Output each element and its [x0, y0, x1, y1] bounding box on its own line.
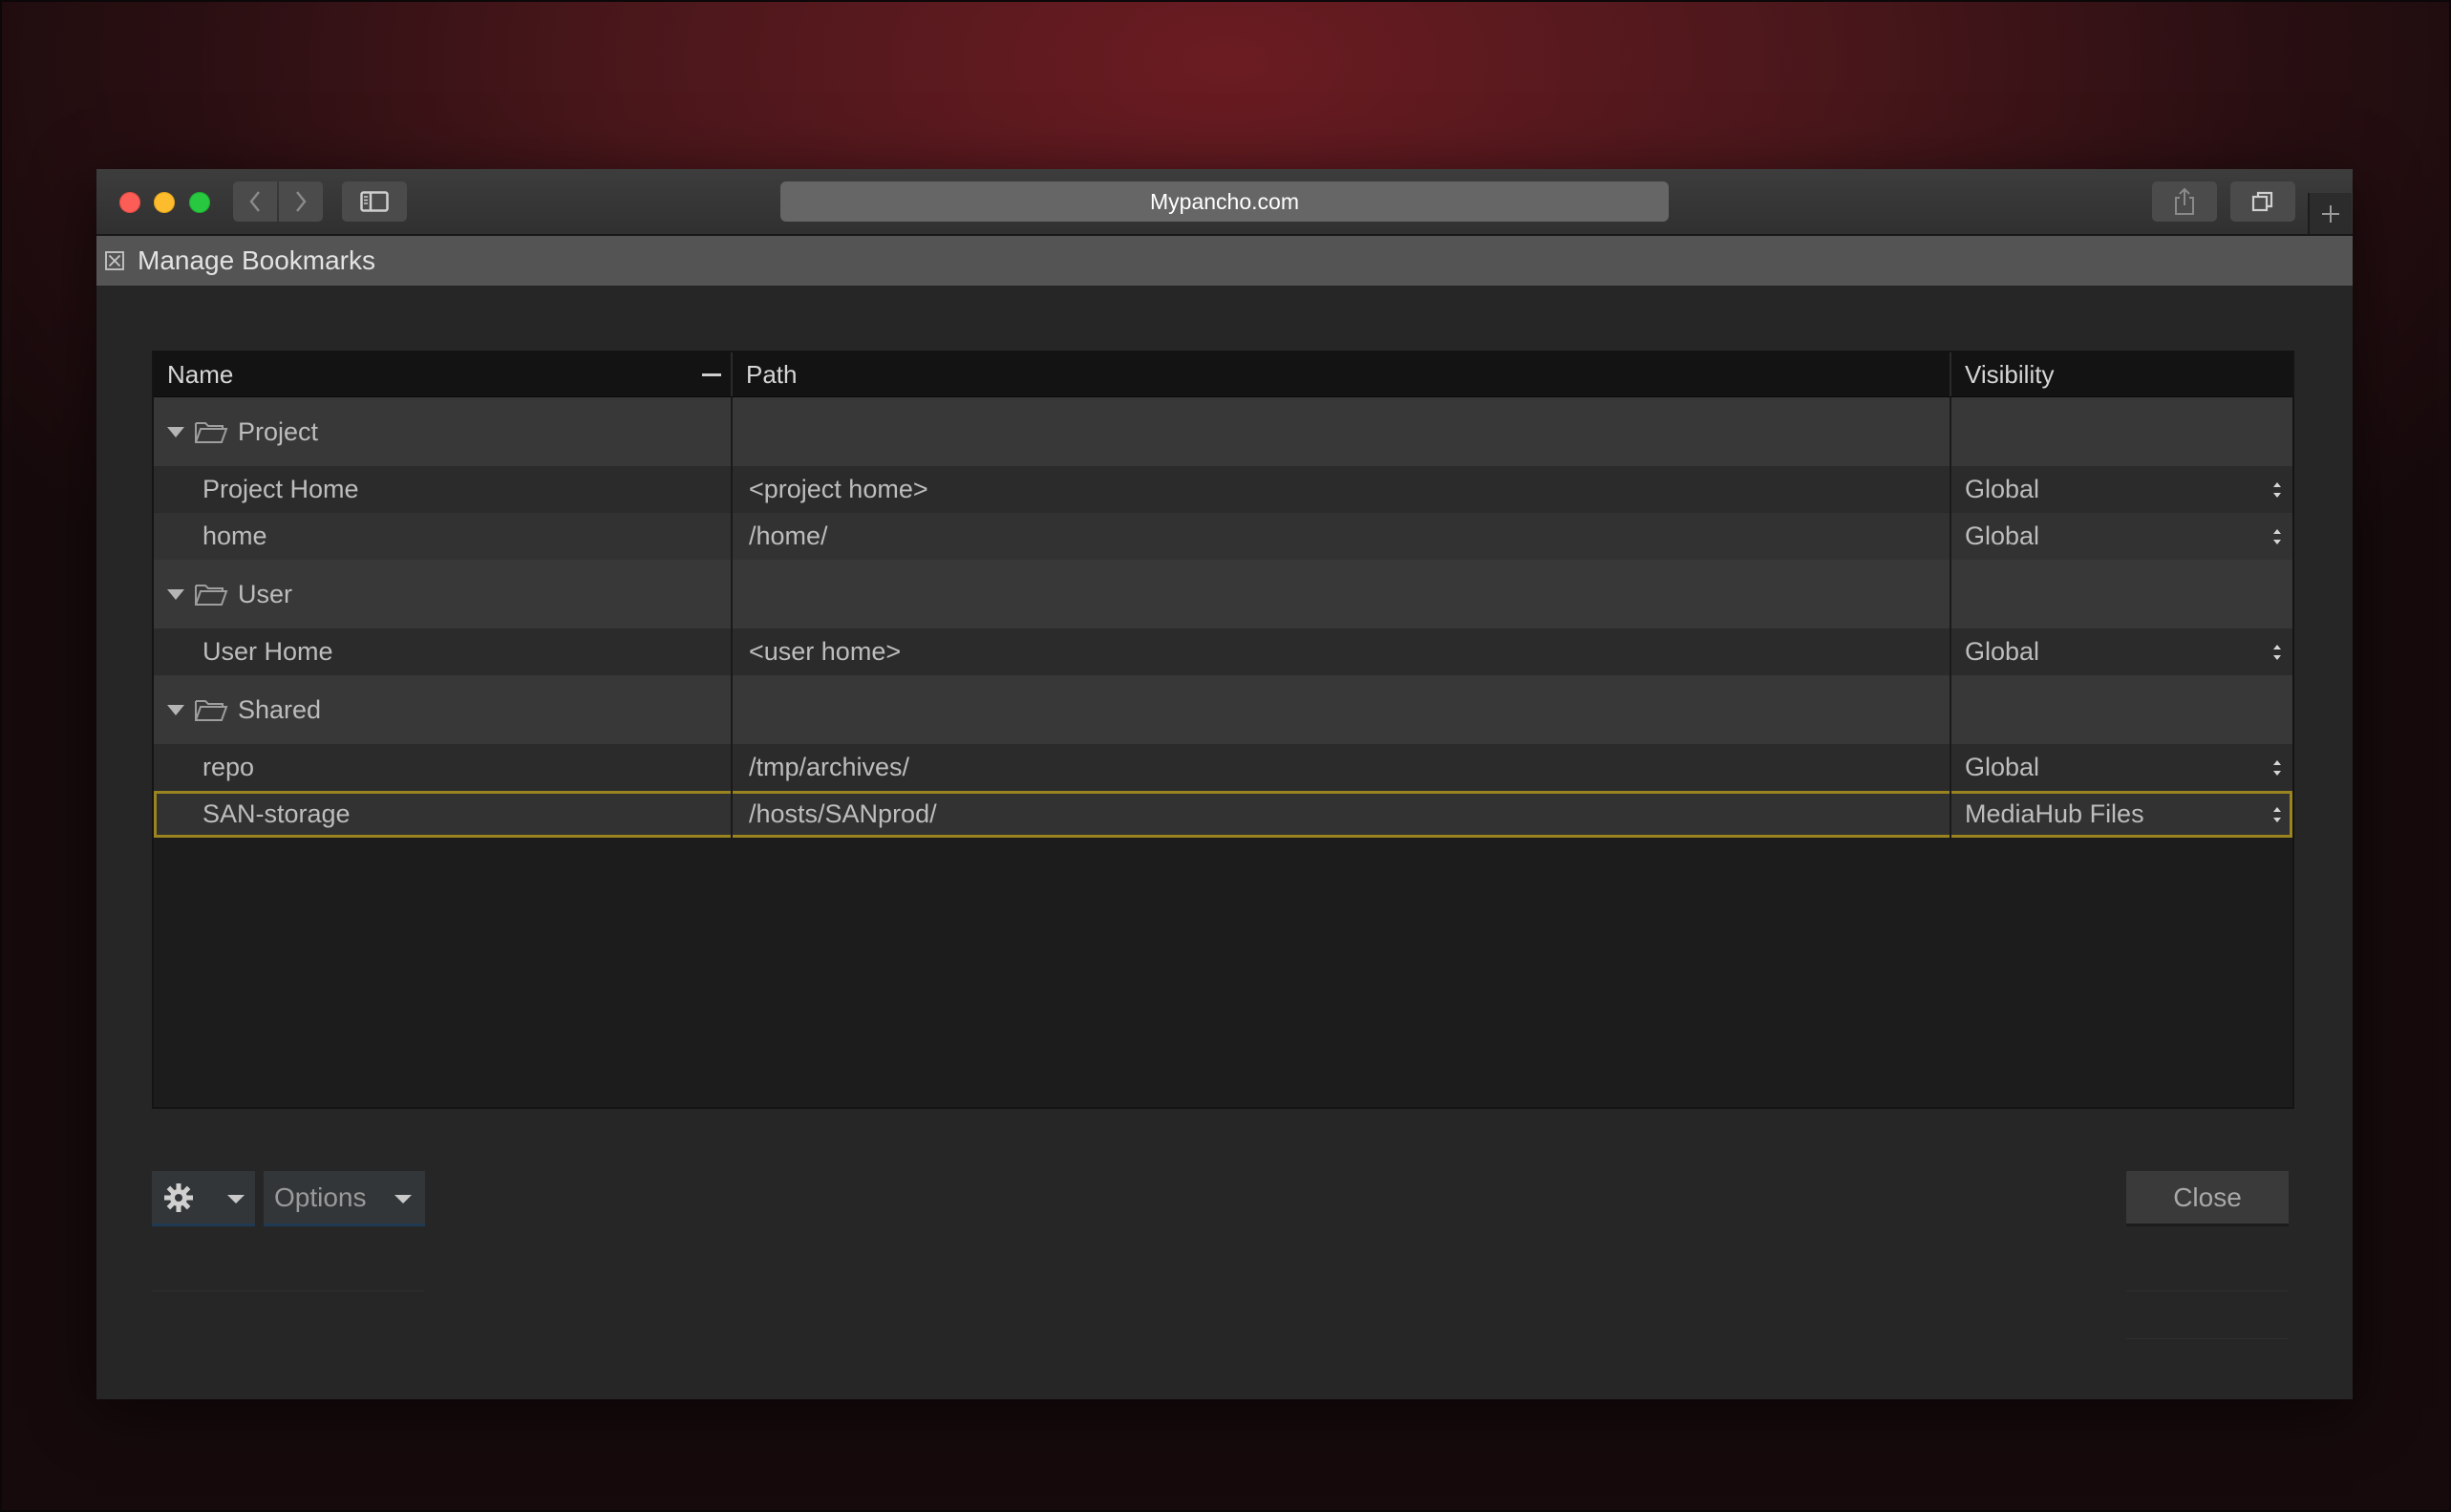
browser-window: Mypancho.com Manage Bookmarks Name Path …: [96, 169, 2353, 1399]
minimize-window-button[interactable]: [154, 192, 175, 213]
new-tab-button[interactable]: [2308, 193, 2352, 234]
browser-titlebar: Mypancho.com: [96, 169, 2353, 236]
divider: [2126, 1290, 2289, 1291]
visibility-select[interactable]: MediaHub Files: [1951, 791, 2292, 838]
column-header-name[interactable]: Name: [154, 352, 733, 396]
tabs-overview-icon: [2251, 191, 2273, 212]
options-dropdown[interactable]: Options: [264, 1171, 425, 1226]
expand-triangle-icon[interactable]: [167, 704, 184, 715]
bookmarks-table: Name Path Visibility Project Project Hom…: [152, 351, 2294, 1109]
sidebar-toggle-button[interactable]: [342, 181, 407, 222]
column-header-path[interactable]: Path: [733, 352, 1951, 396]
bookmark-row-selected[interactable]: SAN-storage /hosts/SANprod/ MediaHub Fil…: [154, 791, 2292, 838]
bookmark-path: /tmp/archives/: [749, 753, 910, 781]
tab-overview-button[interactable]: [2230, 181, 2295, 222]
up-down-arrows-icon: [2271, 479, 2283, 500]
options-label: Options: [274, 1182, 367, 1212]
gear-icon: [162, 1182, 195, 1214]
back-button[interactable]: [233, 181, 277, 222]
bookmark-path: <user home>: [749, 637, 902, 666]
settings-menu-button[interactable]: [152, 1171, 255, 1226]
bookmark-name: User Home: [202, 637, 333, 666]
bookmark-group-project[interactable]: Project: [154, 397, 2292, 466]
visibility-value: Global: [1965, 637, 2040, 666]
folder-icon: [194, 697, 228, 722]
group-label: Project: [238, 416, 319, 446]
close-button-label: Close: [2173, 1182, 2242, 1212]
address-bar[interactable]: Mypancho.com: [780, 181, 1669, 222]
folder-icon: [194, 419, 228, 444]
bookmark-name: SAN-storage: [202, 799, 351, 828]
close-window-button[interactable]: [119, 192, 140, 213]
chevron-down-icon: [227, 1195, 245, 1203]
bookmark-name: Project Home: [202, 475, 359, 503]
group-label: User: [238, 579, 293, 608]
dialog-header: Manage Bookmarks: [96, 236, 2353, 286]
bookmark-row[interactable]: home /home/ Global: [154, 513, 2292, 560]
dialog-close-icon[interactable]: [105, 251, 124, 270]
up-down-arrows-icon: [2271, 642, 2283, 663]
visibility-select[interactable]: Global: [1951, 628, 2292, 675]
close-button[interactable]: Close: [2126, 1171, 2289, 1226]
chevron-down-icon: [394, 1195, 412, 1203]
chevron-left-icon: [249, 191, 260, 212]
group-label: Shared: [238, 694, 322, 724]
forward-button[interactable]: [279, 181, 323, 222]
bookmark-name: repo: [202, 753, 255, 781]
share-button[interactable]: [2152, 181, 2217, 222]
bookmark-group-user[interactable]: User: [154, 560, 2292, 628]
visibility-value: Global: [1965, 753, 2040, 781]
visibility-select[interactable]: Global: [1951, 466, 2292, 513]
collapse-all-icon[interactable]: [702, 373, 721, 376]
dialog-title: Manage Bookmarks: [138, 245, 376, 275]
expand-triangle-icon[interactable]: [167, 588, 184, 600]
up-down-arrows-icon: [2271, 526, 2283, 547]
bookmark-path: /hosts/SANprod/: [749, 799, 937, 828]
share-icon: [2175, 187, 2194, 215]
visibility-select[interactable]: Global: [1951, 513, 2292, 560]
sidebar-icon: [360, 191, 389, 212]
chevron-right-icon: [296, 191, 307, 212]
history-navigation: [233, 181, 323, 222]
plus-icon: [2322, 204, 2339, 223]
visibility-value: MediaHub Files: [1965, 799, 2144, 828]
bookmark-path: /home/: [749, 522, 828, 550]
bookmark-row[interactable]: Project Home <project home> Global: [154, 466, 2292, 513]
bookmark-path: <project home>: [749, 475, 928, 503]
visibility-value: Global: [1965, 522, 2040, 550]
bookmark-name: home: [202, 522, 267, 550]
bookmark-row[interactable]: User Home <user home> Global: [154, 628, 2292, 675]
column-header-visibility[interactable]: Visibility: [1951, 352, 2292, 396]
visibility-value: Global: [1965, 475, 2040, 503]
up-down-arrows-icon: [2271, 804, 2283, 825]
visibility-select[interactable]: Global: [1951, 744, 2292, 791]
bookmark-group-shared[interactable]: Shared: [154, 675, 2292, 744]
up-down-arrows-icon: [2271, 757, 2283, 778]
folder-icon: [194, 582, 228, 607]
divider: [152, 1290, 425, 1291]
expand-triangle-icon[interactable]: [167, 426, 184, 437]
url-text: Mypancho.com: [1150, 188, 1299, 214]
bookmark-row[interactable]: repo /tmp/archives/ Global: [154, 744, 2292, 791]
divider: [2126, 1338, 2289, 1339]
table-header: Name Path Visibility: [154, 352, 2292, 397]
zoom-window-button[interactable]: [189, 192, 210, 213]
